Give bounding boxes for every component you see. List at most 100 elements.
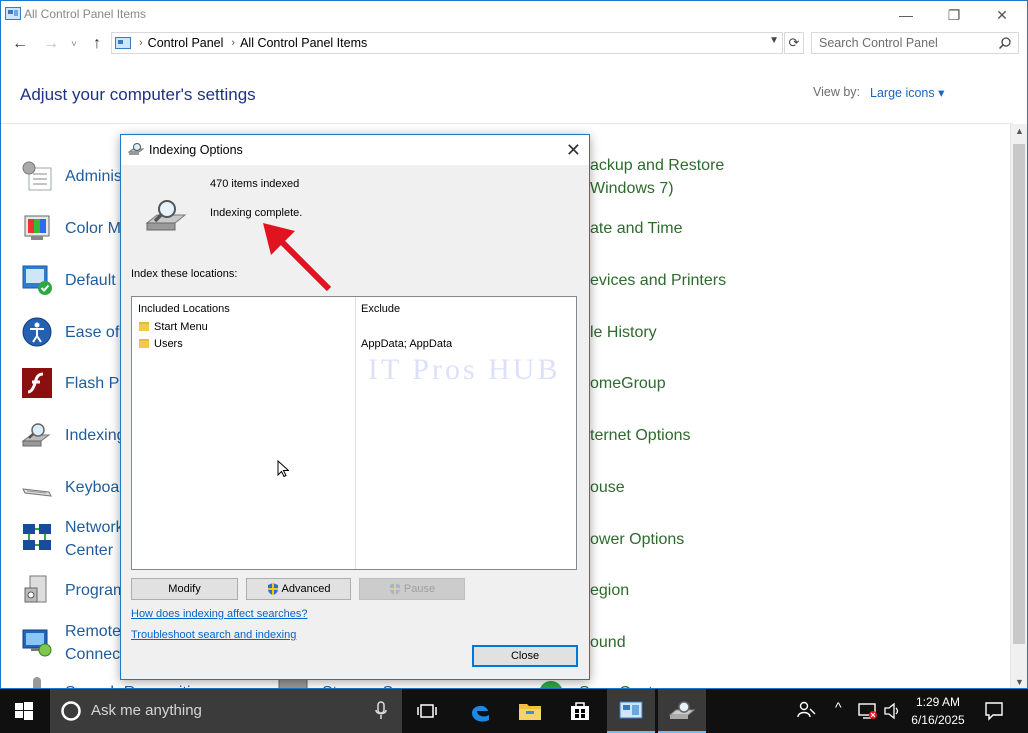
- task-view-button[interactable]: [403, 689, 451, 733]
- window-titlebar[interactable]: All Control Panel Items — ❐ ✕: [1, 1, 1027, 29]
- item-label: Speech Recognition: [65, 681, 208, 688]
- control-panel-taskbar-button[interactable]: [607, 689, 655, 733]
- breadcrumb-separator: ›: [139, 37, 143, 49]
- close-button[interactable]: Close: [472, 645, 578, 667]
- location-exclude: AppData; AppData: [361, 338, 453, 350]
- refresh-button[interactable]: ⟳: [784, 32, 804, 54]
- control-panel-item-date-time[interactable]: ate and Time: [590, 217, 683, 240]
- up-button[interactable]: ↑: [87, 34, 107, 54]
- scroll-down-icon[interactable]: ▼: [1015, 677, 1024, 687]
- item-label: Indexing: [65, 427, 126, 444]
- windows-logo-icon: [15, 702, 33, 720]
- folder-icon: [139, 339, 149, 348]
- item-label: Storage Spaces: [322, 681, 436, 688]
- maximize-button[interactable]: ❐: [931, 1, 977, 29]
- sync-center-icon: [540, 681, 562, 688]
- item-label: Adminis: [65, 168, 122, 185]
- search-placeholder: Search Control Panel: [819, 36, 938, 50]
- search-input[interactable]: Search Control Panel: [811, 32, 1019, 54]
- remote-connections-icon: [22, 629, 52, 657]
- edge-button[interactable]: [456, 689, 504, 733]
- programs-icon: [24, 575, 47, 603]
- pause-label: Pause: [403, 583, 436, 595]
- scrollbar-thumb[interactable]: [1013, 144, 1025, 644]
- close-window-button[interactable]: ✕: [979, 1, 1025, 29]
- navigation-bar: ← → ˅ ↑ › Control Panel › All Control Pa…: [1, 31, 1027, 57]
- action-center-icon[interactable]: [984, 701, 1004, 721]
- control-panel-item-power-options[interactable]: ower Options: [590, 528, 684, 551]
- start-button[interactable]: [0, 689, 48, 733]
- breadcrumb-separator: ›: [231, 37, 236, 49]
- control-panel-item-devices-printers[interactable]: evices and Printers: [590, 269, 726, 292]
- item-label: Color M: [65, 220, 122, 237]
- column-header-included[interactable]: Included Locations: [138, 303, 230, 315]
- control-panel-item-region[interactable]: egion: [590, 579, 629, 602]
- taskbar: Ask me anything ^ 1:29 AM 6/16/2025: [0, 689, 1028, 733]
- cortana-search-box[interactable]: Ask me anything: [50, 689, 402, 733]
- indexing-options-icon: [669, 701, 695, 719]
- scroll-up-icon[interactable]: ▲: [1015, 126, 1024, 136]
- view-by-label: View by:: [813, 85, 861, 99]
- control-panel-item-file-history[interactable]: le History: [590, 321, 657, 344]
- folder-icon: [139, 322, 149, 331]
- modify-button[interactable]: Modify: [131, 578, 238, 600]
- vertical-scrollbar[interactable]: ▲ ▼: [1010, 124, 1027, 688]
- control-panel-item-backup-restore[interactable]: ackup and Restore: [590, 154, 724, 177]
- control-panel-item-mouse[interactable]: ouse: [590, 476, 625, 499]
- address-dropdown-icon[interactable]: ▼: [769, 35, 779, 46]
- show-hidden-icons-button[interactable]: ^: [835, 699, 842, 715]
- microphone-icon[interactable]: [375, 701, 387, 721]
- volume-icon[interactable]: [883, 702, 901, 720]
- speech-recognition-icon: [33, 677, 41, 688]
- forward-button[interactable]: →: [41, 34, 61, 54]
- indexing-options-dialog: Indexing Options ✕ 470 items indexed Ind…: [120, 134, 590, 680]
- dialog-titlebar[interactable]: Indexing Options ✕: [121, 135, 589, 165]
- minimize-button[interactable]: —: [883, 1, 929, 29]
- dialog-close-button[interactable]: ✕: [566, 140, 581, 161]
- mouse-cursor-icon: [277, 460, 289, 478]
- indexing-options-icon: [21, 423, 51, 447]
- dialog-title: Indexing Options: [149, 143, 243, 157]
- file-explorer-button[interactable]: [506, 689, 554, 733]
- control-panel-item-sync-center[interactable]: Sync Center: [579, 681, 667, 688]
- back-button[interactable]: ←: [10, 34, 30, 54]
- control-panel-icon: [619, 701, 643, 719]
- item-label: Network: [65, 519, 124, 536]
- recent-locations-button[interactable]: ˅: [64, 34, 84, 54]
- control-panel-item-sound[interactable]: ound: [590, 631, 626, 654]
- control-panel-icon: [115, 36, 131, 49]
- column-header-exclude[interactable]: Exclude: [361, 303, 400, 315]
- people-icon[interactable]: [796, 700, 816, 720]
- breadcrumb-all-items[interactable]: All Control Panel Items: [240, 36, 367, 50]
- uac-shield-icon: [267, 583, 278, 595]
- store-button[interactable]: [556, 689, 604, 733]
- control-panel-item-internet-options[interactable]: ternet Options: [590, 424, 691, 447]
- flash-player-icon: [22, 368, 52, 398]
- view-by-dropdown[interactable]: Large icons ▾: [870, 85, 944, 100]
- breadcrumb-control-panel[interactable]: Control Panel: [148, 36, 224, 50]
- item-label: Program: [65, 582, 127, 599]
- system-clock[interactable]: 1:29 AM 6/16/2025: [906, 693, 970, 729]
- item-label-line2: Windows 7): [590, 180, 674, 197]
- red-arrow-annotation: [263, 223, 332, 292]
- page-title: Adjust your computer's settings: [20, 85, 256, 104]
- ease-of-access-icon: [22, 317, 52, 347]
- indexing-options-taskbar-button[interactable]: [658, 689, 706, 733]
- file-explorer-icon: [519, 704, 541, 720]
- address-bar[interactable]: › Control Panel › All Control Panel Item…: [111, 32, 783, 54]
- default-programs-icon: [22, 265, 52, 295]
- color-management-icon: [24, 215, 50, 240]
- watermark: IT Pros HUB: [368, 353, 561, 386]
- locations-list[interactable]: Included Locations Exclude Start Menu Us…: [131, 296, 577, 570]
- uac-shield-icon: [389, 583, 400, 595]
- item-label-line2: Connect: [65, 646, 125, 663]
- how-indexing-affects-link[interactable]: How does indexing affect searches?: [131, 608, 308, 620]
- search-icon: [998, 37, 1011, 50]
- network-disconnected-icon[interactable]: [858, 702, 878, 720]
- troubleshoot-link[interactable]: Troubleshoot search and indexing: [131, 629, 296, 641]
- edge-icon: [472, 705, 489, 722]
- control-panel-item-homegroup[interactable]: omeGroup: [590, 372, 666, 395]
- network-center-icon: [23, 524, 51, 550]
- advanced-button[interactable]: Advanced: [246, 578, 351, 600]
- item-label: Default: [65, 272, 116, 289]
